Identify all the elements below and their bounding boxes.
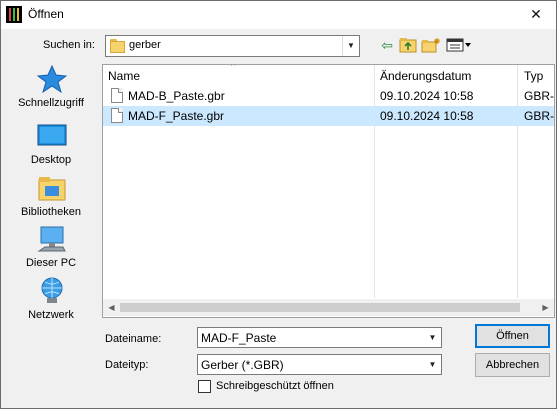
file-date: 09.10.2024 10:58 [380, 89, 474, 103]
libraries-icon [38, 177, 66, 201]
file-icon [111, 88, 123, 103]
desktop-icon [37, 124, 67, 146]
computer-icon [37, 226, 66, 252]
scrollbar-thumb[interactable] [120, 303, 520, 312]
file-type: GBR- [524, 109, 554, 123]
place-libraries[interactable]: Bibliotheken [15, 174, 87, 224]
file-date: 09.10.2024 10:58 [380, 109, 474, 123]
network-icon [41, 277, 63, 303]
place-label: Schnellzugriff [18, 97, 84, 109]
view-menu-icon [446, 38, 471, 52]
file-name: MAD-F_Paste.gbr [128, 109, 225, 123]
close-icon: ✕ [530, 6, 542, 22]
column-header-name-label: Name [108, 69, 141, 83]
readonly-checkbox[interactable] [198, 380, 211, 393]
cancel-button[interactable]: Abbrechen [475, 353, 550, 377]
app-icon [6, 6, 22, 23]
back-button[interactable]: ⇦ [376, 35, 398, 55]
star-icon [37, 65, 67, 93]
place-quick-access[interactable]: Schnellzugriff [15, 65, 87, 115]
up-folder-button[interactable] [397, 35, 419, 55]
place-this-pc[interactable]: Dieser PC [15, 225, 87, 275]
look-in-label: Suchen in: [43, 39, 95, 51]
file-icon [111, 108, 123, 123]
folder-icon [110, 39, 125, 53]
new-folder-icon [421, 38, 440, 53]
column-header-type[interactable]: Typ [524, 65, 554, 87]
filename-label: Dateiname: [105, 333, 162, 345]
back-arrow-icon: ⇦ [381, 37, 393, 53]
file-row[interactable]: MAD-B_Paste.gbr 09.10.2024 10:58 GBR- [103, 86, 554, 106]
file-list[interactable]: ^ Name Änderungsdatum Typ MAD-B_Paste.gb… [102, 64, 555, 318]
file-name: MAD-B_Paste.gbr [128, 89, 225, 103]
look-in-value: gerber [129, 39, 161, 51]
filetype-label: Dateityp: [105, 359, 149, 371]
title-bar[interactable]: Öffnen ✕ [1, 1, 556, 29]
column-header-date[interactable]: Änderungsdatum [380, 65, 516, 87]
column-header-date-label: Änderungsdatum [380, 69, 472, 83]
readonly-label: Schreibgeschützt öffnen [216, 380, 334, 392]
horizontal-scrollbar[interactable]: ◀ ▶ [103, 299, 554, 316]
open-button[interactable]: Öffnen [475, 324, 550, 348]
close-button[interactable]: ✕ [516, 1, 556, 29]
place-label: Bibliotheken [21, 206, 81, 218]
scroll-left-icon[interactable]: ◀ [103, 299, 120, 316]
filename-input[interactable]: MAD-F_Paste [201, 331, 276, 345]
window-title: Öffnen [28, 7, 64, 21]
column-header-name[interactable]: Name [108, 65, 374, 87]
chevron-down-icon[interactable]: ▼ [424, 355, 441, 374]
place-label: Desktop [30, 154, 72, 166]
column-header-type-label: Typ [524, 69, 544, 83]
new-folder-button[interactable] [420, 35, 442, 55]
file-row-selected[interactable]: MAD-F_Paste.gbr 09.10.2024 10:58 GBR- [103, 106, 554, 126]
chevron-down-icon[interactable]: ▼ [424, 328, 441, 347]
filetype-value: Gerber (*.GBR) [201, 358, 284, 372]
scroll-right-icon[interactable]: ▶ [537, 299, 554, 316]
place-label: Netzwerk [28, 309, 74, 321]
place-network[interactable]: Netzwerk [15, 277, 87, 327]
file-type: GBR- [524, 89, 554, 103]
view-menu-button[interactable] [445, 35, 473, 55]
place-desktop[interactable]: Desktop [15, 122, 87, 172]
look-in-combo[interactable]: gerber ▼ [105, 35, 360, 57]
up-folder-icon [399, 38, 417, 53]
place-label: Dieser PC [25, 257, 77, 269]
open-file-dialog: Öffnen ✕ Suchen in: gerber ▼ ⇦ Schnellzu… [0, 0, 557, 409]
filetype-combo[interactable]: Gerber (*.GBR) ▼ [197, 354, 442, 375]
chevron-down-icon[interactable]: ▼ [342, 36, 359, 56]
places-bar: Schnellzugriff Desktop Bibliotheken Dies… [15, 65, 87, 325]
filename-combo[interactable]: MAD-F_Paste ▼ [197, 327, 442, 348]
